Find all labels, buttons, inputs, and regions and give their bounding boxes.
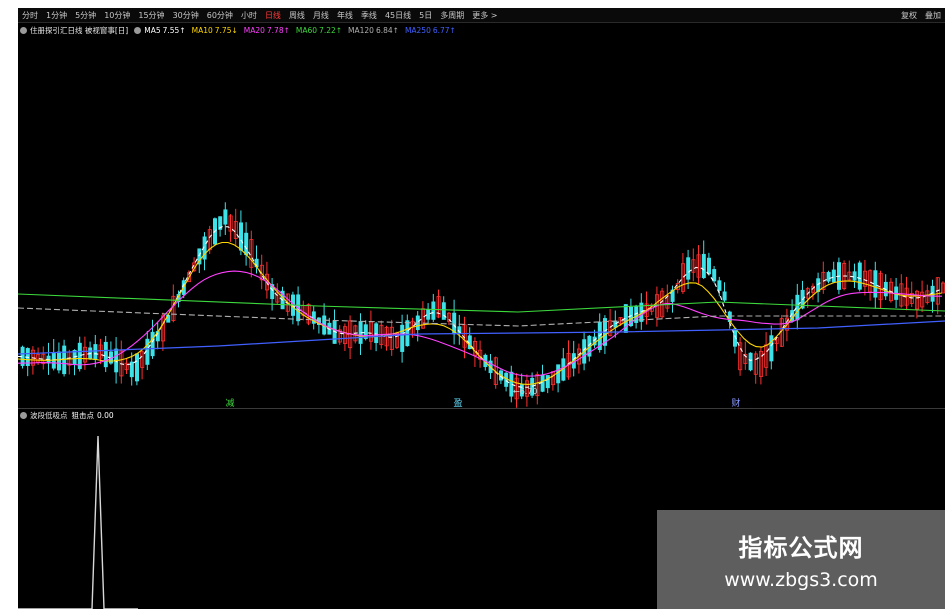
ma-label: MA60: [295, 25, 318, 35]
candle-body: [103, 341, 108, 368]
ma-label: MA5: [144, 25, 161, 35]
period-tab[interactable]: 10分钟: [100, 10, 134, 21]
signal-spike-line: [18, 435, 138, 609]
app-root: 分时 1分钟 5分钟 10分钟 15分钟 30分钟 60分钟 小时 日线 周线 月线 年线 季线 45日线…: [0, 0, 945, 609]
ma-label: MA250: [404, 25, 431, 35]
period-tab[interactable]: 5分钟: [71, 10, 100, 21]
candle-body: [504, 372, 509, 387]
period-tabs: 分时 1分钟 5分钟 10分钟 15分钟 30分钟 60分钟 小时 日线 周线 月线 年线 季线 45日线…: [18, 10, 501, 21]
ma-legend-item: MA60 7.22↑: [296, 26, 342, 35]
overlay-button[interactable]: 叠加: [921, 10, 945, 21]
period-tab[interactable]: 更多 >: [468, 10, 501, 21]
candle-body: [244, 232, 249, 256]
ma-value: 6.84↑: [375, 25, 399, 35]
candle-body: [717, 280, 722, 291]
candle-body: [150, 331, 155, 357]
signal-marker: 盈: [453, 398, 462, 408]
candle-body: [831, 269, 836, 283]
gear-icon[interactable]: [20, 412, 27, 419]
candle-body: [686, 257, 691, 280]
period-tab[interactable]: 5日: [415, 10, 436, 21]
low-price-label: ←6.70: [513, 387, 538, 396]
period-tab[interactable]: 分时: [18, 10, 42, 21]
ma-value: 7.55↑: [162, 25, 186, 35]
period-tab[interactable]: 60分钟: [203, 10, 237, 21]
candle-body: [826, 272, 831, 282]
candle-body: [400, 324, 405, 352]
period-tab[interactable]: 15分钟: [134, 10, 168, 21]
candle-body: [857, 262, 862, 290]
ma-label: MA120: [348, 25, 374, 35]
settings-icon[interactable]: [20, 26, 27, 34]
period-tab[interactable]: 日线: [261, 10, 285, 21]
candle-body: [238, 222, 243, 251]
period-tab[interactable]: 多周期: [436, 10, 468, 21]
legend-title: 住册探引汇日线 被视窗事[日]: [30, 25, 129, 35]
candle-body: [769, 335, 774, 362]
candle-body: [613, 320, 618, 328]
period-tab[interactable]: 季线: [357, 10, 381, 21]
ma-legend: MA5 7.55↑ MA10 7.75↓ MA20 7.78↑ MA60 7.22↑ MA120…: [144, 26, 462, 35]
period-toolbar: 分时 1分钟 5分钟 10分钟 15分钟 30分钟 60分钟 小时 日线 周线 月线 年线 季线 45日线…: [18, 8, 945, 23]
candle-body: [873, 270, 878, 298]
candle-body: [223, 209, 228, 225]
sub-indicator-value: 0.00: [97, 411, 114, 420]
candle-body: [707, 257, 712, 275]
ma-label: MA10: [191, 25, 213, 35]
gear-icon[interactable]: [134, 26, 142, 34]
candle-body: [712, 269, 717, 282]
ma-legend-item: MA5 7.55↑: [144, 26, 185, 35]
ma-value: 7.22↑: [319, 25, 343, 35]
candle-body: [722, 291, 727, 301]
ma-value: 6.77↑: [432, 25, 456, 35]
period-tab[interactable]: 月线: [309, 10, 333, 21]
candle-body: [540, 374, 545, 392]
period-tab[interactable]: 45日线: [381, 10, 415, 21]
candle-body: [852, 271, 857, 281]
indicator-legend: 住册探引汇日线 被视窗事[日] MA5 7.55↑ MA10 7.75↓ MA20 7.7…: [20, 24, 462, 36]
candle-body: [545, 375, 550, 389]
candle-body: [701, 253, 706, 279]
period-tab[interactable]: 周线: [285, 10, 309, 21]
ma-legend-item: MA250 6.77↑: [405, 26, 456, 35]
toolbar-right: 复权 叠加: [897, 10, 945, 21]
candlestick-chart[interactable]: 减 盈 财 ←6.70: [18, 36, 945, 408]
ma-value: 7.78↑: [266, 25, 290, 35]
sub-indicator-title: 波段低吸点: [30, 411, 68, 420]
candle-body: [426, 309, 431, 320]
period-tab[interactable]: 小时: [237, 10, 261, 21]
candle-body: [374, 323, 379, 344]
signal-marker: 减: [225, 397, 234, 408]
ma-legend-item: MA120 6.84↑: [348, 26, 399, 35]
pane-divider[interactable]: [18, 408, 945, 409]
ma-label: MA20: [243, 25, 265, 35]
signal-marker: 财: [731, 397, 740, 408]
ma-legend-item: MA10 7.75↓: [192, 26, 238, 35]
restore-rights-button[interactable]: 复权: [897, 10, 921, 21]
sub-indicator-legend: 波段低吸点 狙击点 0.00: [20, 410, 114, 421]
ma-value: 7.75↓: [214, 25, 238, 35]
sub-indicator-label: 狙击点: [71, 411, 95, 420]
candle-body: [57, 351, 62, 371]
watermark-url: www.zbgs3.com: [724, 569, 878, 591]
period-tab[interactable]: 1分钟: [42, 10, 71, 21]
candle-body: [135, 353, 140, 382]
candle-body: [556, 364, 561, 384]
candle-body: [93, 344, 98, 360]
ma-legend-item: MA20 7.78↑: [244, 26, 290, 35]
watermark-title: 指标公式网: [738, 534, 864, 562]
candle-body: [431, 301, 436, 320]
period-tab[interactable]: 年线: [333, 10, 357, 21]
candle-body: [748, 352, 753, 371]
period-tab[interactable]: 30分钟: [169, 10, 203, 21]
watermark: 指标公式网 www.zbgs3.com: [657, 510, 945, 609]
candle-body: [405, 320, 410, 347]
